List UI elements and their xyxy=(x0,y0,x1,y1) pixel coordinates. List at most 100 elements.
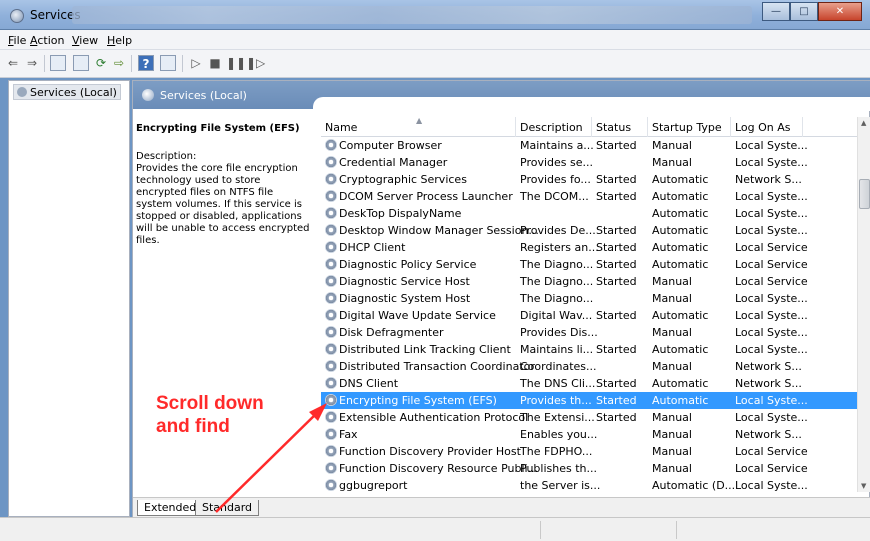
start-service-icon[interactable]: ▷ xyxy=(188,55,204,71)
table-row[interactable]: Extensible Authentication Protocol The Ex… xyxy=(321,409,859,426)
service-name: Function Discovery Resource Publi... xyxy=(339,462,539,475)
service-status: Started xyxy=(596,173,637,186)
service-status: Started xyxy=(596,343,637,356)
vertical-scrollbar[interactable]: ▲ ▼ xyxy=(857,117,870,492)
gear-icon xyxy=(325,309,337,321)
table-row[interactable]: Function Discovery Resource Publi... Publ… xyxy=(321,460,859,477)
stop-service-icon[interactable]: ■ xyxy=(207,55,223,71)
column-name[interactable]: Name ▲ xyxy=(321,117,516,137)
service-description: Provides Dis... xyxy=(520,326,598,339)
console-icon[interactable] xyxy=(160,55,176,71)
table-row[interactable]: DeskTop DispalyName Automatic Local Syste.… xyxy=(321,205,859,222)
column-description[interactable]: Description xyxy=(516,117,592,137)
back-icon[interactable]: ⇐ xyxy=(5,55,21,71)
scroll-down-icon[interactable]: ▼ xyxy=(861,482,866,490)
service-log-on-as: Network S... xyxy=(735,360,802,373)
pane-header-title: Services (Local) xyxy=(160,89,247,102)
service-log-on-as: Local Syste... xyxy=(735,207,808,220)
table-row[interactable]: Desktop Window Manager Session... Provide… xyxy=(321,222,859,239)
gear-icon xyxy=(325,207,337,219)
table-row[interactable]: Fax Enables you... Manual Network S... xyxy=(321,426,859,443)
toolbar: ⇐ ⇒ ⟳ ⇨ ? ▷ ■ ❚❚ ❚▷ xyxy=(0,50,870,78)
close-button[interactable]: ✕ xyxy=(818,2,862,21)
annotation-line-2: and find xyxy=(156,416,230,437)
annotation-line-1: Scroll down xyxy=(156,393,264,414)
service-startup-type: Manual xyxy=(652,275,692,288)
service-description: The Diagno... xyxy=(520,275,594,288)
scroll-thumb[interactable] xyxy=(859,179,870,209)
column-status[interactable]: Status xyxy=(592,117,648,137)
service-name: Credential Manager xyxy=(339,156,448,169)
selected-service-name: Encrypting File System (EFS) xyxy=(136,123,300,134)
refresh-icon[interactable]: ⟳ xyxy=(93,55,109,71)
service-name: Diagnostic System Host xyxy=(339,292,471,305)
service-status: Started xyxy=(596,258,637,271)
table-row[interactable]: Encrypting File System (EFS) Provides th.… xyxy=(321,392,859,409)
service-startup-type: Automatic xyxy=(652,224,709,237)
service-name: Distributed Transaction Coordinator xyxy=(339,360,535,373)
service-description: Provides se... xyxy=(520,156,593,169)
service-description: The DCOM... xyxy=(520,190,589,203)
table-row[interactable]: Function Discovery Provider Host The FDPH… xyxy=(321,443,859,460)
service-name: Extensible Authentication Protocol xyxy=(339,411,529,424)
column-log-on-as[interactable]: Log On As xyxy=(731,117,803,137)
show-hide-tree-icon[interactable] xyxy=(50,55,66,71)
service-name: ggbugreport xyxy=(339,479,408,492)
description-label: Description: xyxy=(136,151,197,162)
forward-icon[interactable]: ⇒ xyxy=(24,55,40,71)
title-bar: Services — □ ✕ xyxy=(0,0,870,30)
service-status: Started xyxy=(596,411,637,424)
properties-icon[interactable] xyxy=(73,55,89,71)
table-row[interactable]: Credential Manager Provides se... Manual Lo… xyxy=(321,154,859,171)
service-startup-type: Manual xyxy=(652,292,692,305)
table-row[interactable]: DCOM Server Process Launcher The DCOM... S… xyxy=(321,188,859,205)
menu-view[interactable]: View xyxy=(72,34,98,47)
list-header: Name ▲ Description Status Startup Type Lo… xyxy=(321,117,859,137)
maximize-button[interactable]: □ xyxy=(790,2,818,21)
table-row[interactable]: Distributed Link Tracking Client Maintain… xyxy=(321,341,859,358)
service-startup-type: Manual xyxy=(652,428,692,441)
tree-item-services-local[interactable]: Services (Local) xyxy=(13,84,121,100)
service-name: Fax xyxy=(339,428,358,441)
annotation-text: Scroll down and find xyxy=(156,392,264,438)
table-row[interactable]: Diagnostic System Host The Diagno... Manua… xyxy=(321,290,859,307)
table-row[interactable]: Disk Defragmenter Provides Dis... Manual Lo… xyxy=(321,324,859,341)
menu-action[interactable]: Action xyxy=(30,34,64,47)
gear-icon xyxy=(17,87,27,97)
table-row[interactable]: Digital Wave Update Service Digital Wav..… xyxy=(321,307,859,324)
table-row[interactable]: Computer Browser Maintains a... Started Man… xyxy=(321,137,859,154)
column-startup-type[interactable]: Startup Type xyxy=(648,117,731,137)
service-status: Started xyxy=(596,241,637,254)
table-row[interactable]: Distributed Transaction Coordinator Coord… xyxy=(321,358,859,375)
restart-service-icon[interactable]: ❚▷ xyxy=(246,55,265,71)
export-list-icon[interactable]: ⇨ xyxy=(111,55,127,71)
menu-file[interactable]: File xyxy=(8,34,26,47)
service-startup-type: Manual xyxy=(652,326,692,339)
service-status: Started xyxy=(596,377,637,390)
service-status: Started xyxy=(596,224,637,237)
tab-standard[interactable]: Standard xyxy=(195,500,260,516)
blurred-taskbar-area xyxy=(72,6,752,24)
menu-help[interactable]: Help xyxy=(107,34,132,47)
tab-extended[interactable]: Extended xyxy=(137,500,204,516)
gear-icon xyxy=(325,360,337,372)
service-description: The Diagno... xyxy=(520,292,594,305)
help-icon[interactable]: ? xyxy=(138,55,154,71)
pause-service-icon[interactable]: ❚❚ xyxy=(226,55,246,71)
table-row[interactable]: ggbugreport the Server is... Automatic (D.… xyxy=(321,477,859,492)
service-status: Started xyxy=(596,394,637,407)
table-row[interactable]: Diagnostic Policy Service The Diagno... St… xyxy=(321,256,859,273)
table-row[interactable]: DHCP Client Registers an... Started Automat… xyxy=(321,239,859,256)
table-row[interactable]: Cryptographic Services Provides fo... Star… xyxy=(321,171,859,188)
scroll-up-icon[interactable]: ▲ xyxy=(861,119,866,127)
service-name: DHCP Client xyxy=(339,241,406,254)
tree-pane: Services (Local) xyxy=(8,80,130,517)
table-row[interactable]: Diagnostic Service Host The Diagno... Star… xyxy=(321,273,859,290)
table-row[interactable]: DNS Client The DNS Cli... Started Automatic… xyxy=(321,375,859,392)
service-log-on-as: Local Syste... xyxy=(735,309,808,322)
service-status: Started xyxy=(596,190,637,203)
service-log-on-as: Local Service xyxy=(735,258,808,271)
gear-icon xyxy=(325,139,337,151)
minimize-button[interactable]: — xyxy=(762,2,790,21)
gear-icon xyxy=(325,173,337,185)
